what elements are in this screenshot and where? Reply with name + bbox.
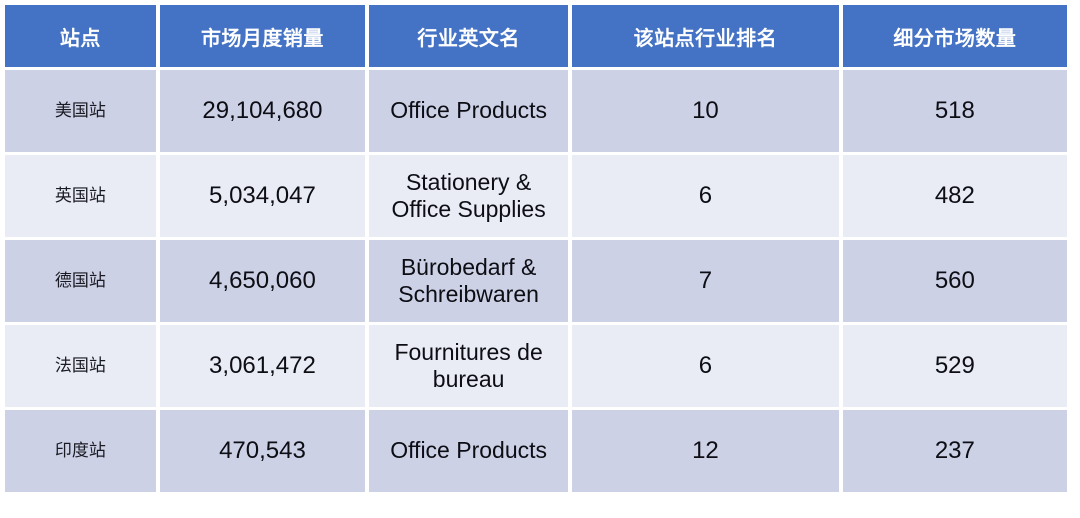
cell-markets: 237 — [842, 410, 1067, 492]
cell-sales: 3,061,472 — [159, 325, 366, 407]
cell-markets: 518 — [842, 70, 1067, 152]
header-row: 站点 市场月度销量 行业英文名 该站点行业排名 细分市场数量 — [5, 5, 1067, 67]
cell-rank: 6 — [572, 325, 839, 407]
cell-site: 法国站 — [5, 325, 156, 407]
market-statistics-table: 站点 市场月度销量 行业英文名 该站点行业排名 细分市场数量 美国站 29,10… — [1, 2, 1071, 495]
cell-rank: 7 — [572, 240, 839, 322]
column-header-rank: 该站点行业排名 — [572, 5, 839, 67]
cell-markets: 560 — [842, 240, 1067, 322]
cell-sales: 29,104,680 — [159, 70, 366, 152]
cell-name-en: Office Products — [369, 410, 569, 492]
cell-markets: 529 — [842, 325, 1067, 407]
cell-name-en: Stationery & Office Supplies — [369, 155, 569, 237]
cell-markets: 482 — [842, 155, 1067, 237]
cell-sales: 470,543 — [159, 410, 366, 492]
cell-rank: 12 — [572, 410, 839, 492]
table-container: 站点 市场月度销量 行业英文名 该站点行业排名 细分市场数量 美国站 29,10… — [0, 0, 1080, 518]
column-header-name-en: 行业英文名 — [369, 5, 569, 67]
column-header-site: 站点 — [5, 5, 156, 67]
table-body: 美国站 29,104,680 Office Products 10 518 英国… — [5, 70, 1067, 492]
table-header: 站点 市场月度销量 行业英文名 该站点行业排名 细分市场数量 — [5, 5, 1067, 67]
cell-rank: 6 — [572, 155, 839, 237]
column-header-sales: 市场月度销量 — [159, 5, 366, 67]
table-row: 美国站 29,104,680 Office Products 10 518 — [5, 70, 1067, 152]
cell-sales: 4,650,060 — [159, 240, 366, 322]
table-row: 德国站 4,650,060 Bürobedarf & Schreibwaren … — [5, 240, 1067, 322]
cell-rank: 10 — [572, 70, 839, 152]
cell-sales: 5,034,047 — [159, 155, 366, 237]
table-row: 法国站 3,061,472 Fournitures de bureau 6 52… — [5, 325, 1067, 407]
table-row: 印度站 470,543 Office Products 12 237 — [5, 410, 1067, 492]
cell-name-en: Bürobedarf & Schreibwaren — [369, 240, 569, 322]
cell-site: 德国站 — [5, 240, 156, 322]
cell-name-en: Office Products — [369, 70, 569, 152]
table-row: 英国站 5,034,047 Stationery & Office Suppli… — [5, 155, 1067, 237]
cell-name-en: Fournitures de bureau — [369, 325, 569, 407]
cell-site: 英国站 — [5, 155, 156, 237]
cell-site: 印度站 — [5, 410, 156, 492]
cell-site: 美国站 — [5, 70, 156, 152]
column-header-markets: 细分市场数量 — [842, 5, 1067, 67]
